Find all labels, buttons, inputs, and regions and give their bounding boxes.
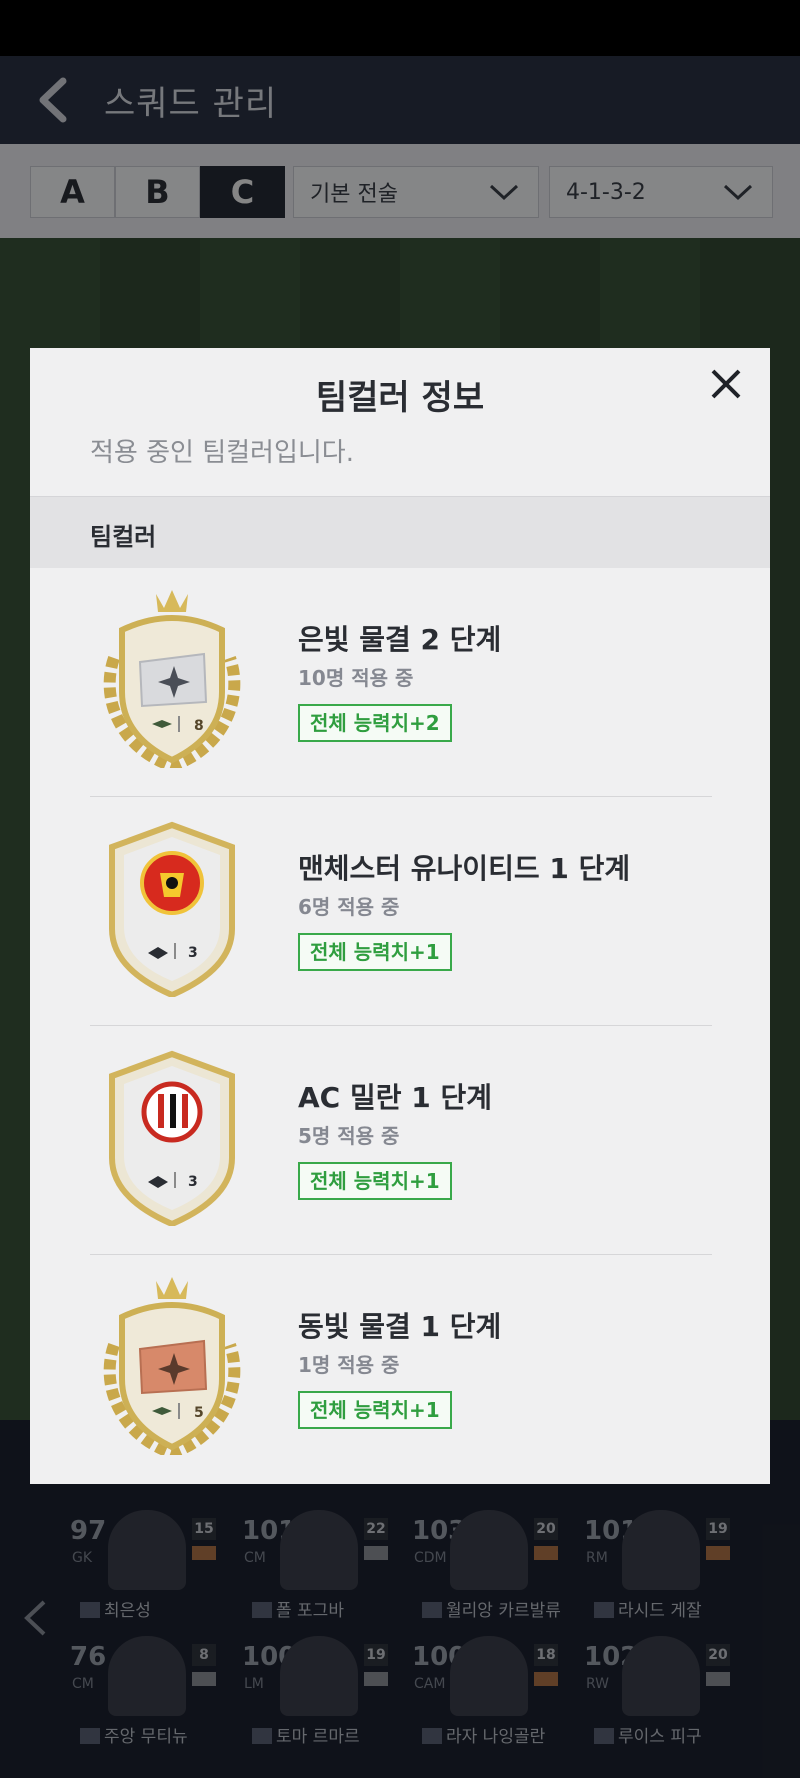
- close-icon: [711, 369, 741, 399]
- badge-number: 3: [188, 1174, 198, 1190]
- badge-number: 5: [194, 1405, 204, 1421]
- team-color-item[interactable]: 8 은빛 물결 2 단계 10명 적용 중 전체 능력치+2: [90, 568, 712, 797]
- modal-subtitle: 적용 중인 팀컬러입니다.: [90, 438, 354, 468]
- stat-bonus-badge: 전체 능력치+1: [298, 933, 452, 971]
- team-color-item[interactable]: 5 동빛 물결 1 단계 1명 적용 중 전체 능력치+1: [90, 1255, 712, 1484]
- team-color-name: AC 밀란 1 단계: [298, 1081, 492, 1114]
- team-color-item[interactable]: 3 맨체스터 유나이티드 1 단계 6명 적용 중 전체 능력치+1: [90, 797, 712, 1026]
- applied-count: 1명 적용 중: [298, 1353, 400, 1377]
- team-color-name: 맨체스터 유나이티드 1 단계: [298, 852, 631, 885]
- close-button[interactable]: [698, 356, 754, 412]
- wreath-silver-badge-icon: 8: [90, 588, 254, 773]
- modal-title: 팀컬러 정보: [315, 378, 485, 418]
- team-color-item[interactable]: 3 AC 밀란 1 단계 5명 적용 중 전체 능력치+1: [90, 1026, 712, 1255]
- applied-count: 10명 적용 중: [298, 666, 414, 690]
- applied-count: 5명 적용 중: [298, 1124, 400, 1148]
- stat-bonus-badge: 전체 능력치+1: [298, 1391, 452, 1429]
- section-header: 팀컬러: [30, 496, 770, 568]
- stat-bonus-badge: 전체 능력치+1: [298, 1162, 452, 1200]
- man-utd-crest-badge-icon: 3: [90, 817, 254, 999]
- team-color-modal: 팀컬러 정보 적용 중인 팀컬러입니다. 팀컬러 8 은빛 물결 2 단계 10…: [30, 348, 770, 1484]
- badge-number: 3: [188, 945, 198, 961]
- team-color-name: 동빛 물결 1 단계: [298, 1310, 502, 1343]
- section-label: 팀컬러: [90, 523, 157, 551]
- applied-count: 6명 적용 중: [298, 895, 400, 919]
- team-color-name: 은빛 물결 2 단계: [298, 623, 502, 656]
- status-bar: [0, 0, 800, 56]
- wreath-bronze-badge-icon: 5: [90, 1275, 254, 1460]
- stat-bonus-badge: 전체 능력치+2: [298, 704, 452, 742]
- badge-number: 8: [194, 718, 204, 734]
- ac-milan-crest-badge-icon: 3: [90, 1046, 254, 1228]
